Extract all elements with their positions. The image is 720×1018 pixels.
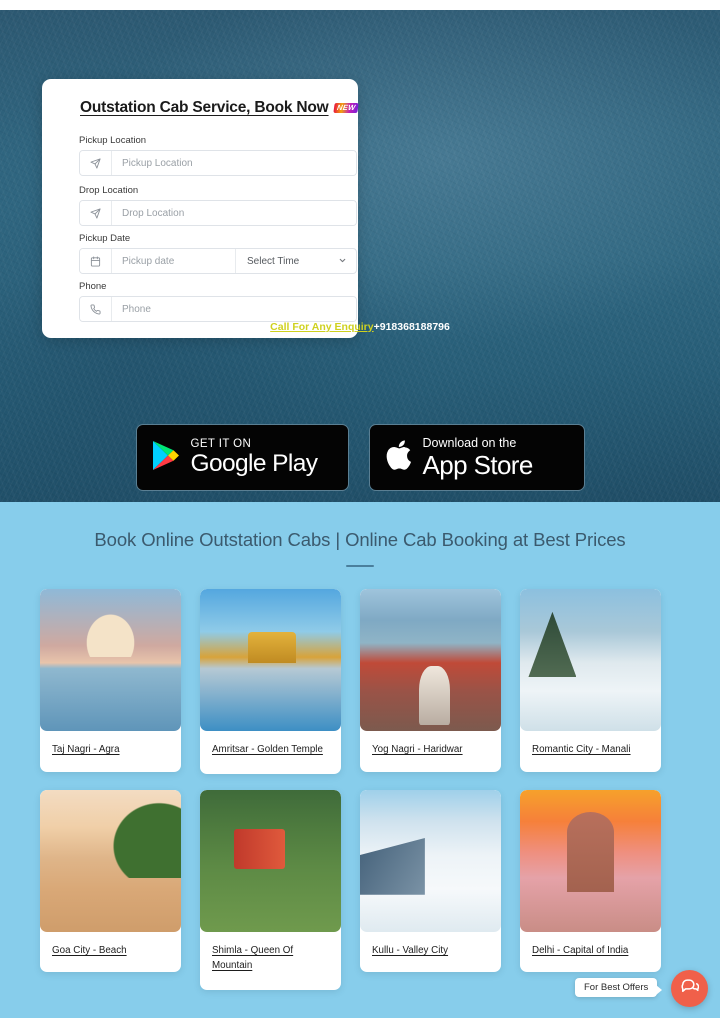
- destination-label[interactable]: Romantic City - Manali: [520, 731, 661, 770]
- golden-temple-photo: [200, 589, 341, 731]
- chat-bubble-icon: [680, 977, 700, 1001]
- enquiry-line[interactable]: Call For Any Enquiry+918368188796: [0, 321, 720, 333]
- destinations-row: Taj Nagri - Agra Amritsar - Golden Templ…: [40, 589, 680, 774]
- drop-location-label: Drop Location: [79, 185, 139, 196]
- select-time-dropdown[interactable]: Select Time: [236, 249, 356, 273]
- phone-placeholder: Phone: [112, 297, 356, 321]
- destination-card-goa-city-beach[interactable]: Goa City - Beach: [40, 789, 181, 973]
- destination-label[interactable]: Yog Nagri - Haridwar: [360, 731, 501, 770]
- booking-form-title-row: Outstation Cab Service, Book Now NEW: [80, 99, 359, 117]
- taj-mahal-photo: [40, 589, 181, 731]
- destination-label[interactable]: Kullu - Valley City: [360, 932, 501, 971]
- destination-label[interactable]: Taj Nagri - Agra: [40, 731, 181, 770]
- pickup-location-label: Pickup Location: [79, 135, 147, 146]
- google-play-badge[interactable]: GET IT ON Google Play: [135, 424, 349, 491]
- enquiry-phone: +918368188796: [373, 321, 450, 333]
- drop-location-input[interactable]: Drop Location: [79, 200, 357, 226]
- google-play-badge-big: Google Play: [190, 450, 318, 477]
- shimla-toy-train-photo: [200, 789, 341, 932]
- title-divider: [346, 565, 374, 567]
- select-time-value: Select Time: [247, 255, 300, 267]
- app-store-badge-big: App Store: [422, 449, 534, 480]
- destination-card-yog-nagri-haridwar[interactable]: Yog Nagri - Haridwar: [360, 589, 501, 772]
- destinations-section: Book Online Outstation Cabs | Online Cab…: [0, 502, 720, 1018]
- navigation-arrow-icon: [80, 151, 112, 175]
- goa-beach-photo: [40, 789, 181, 932]
- destination-card-romantic-city-manali[interactable]: Romantic City - Manali: [520, 589, 661, 772]
- new-badge: NEW: [332, 102, 359, 114]
- pickup-location-input[interactable]: Pickup Location: [79, 150, 357, 176]
- pickup-date-placeholder: Pickup date: [112, 249, 236, 273]
- page-title: Outstation Cab Service, Book Now: [80, 99, 329, 116]
- phone-input[interactable]: Phone: [79, 296, 357, 322]
- page-root: Outstation Cab Service, Book Now NEW Pic…: [0, 0, 720, 1018]
- phone-label: Phone: [79, 281, 107, 292]
- pickup-location-placeholder: Pickup Location: [112, 151, 356, 175]
- destination-card-kullu-valley-city[interactable]: Kullu - Valley City: [360, 789, 501, 973]
- destinations-grid: Taj Nagri - Agra Amritsar - Golden Templ…: [40, 589, 680, 991]
- google-play-badge-text: GET IT ON Google Play: [190, 437, 318, 477]
- manali-snow-photo: [520, 589, 661, 731]
- booking-form-card: Outstation Cab Service, Book Now NEW Pic…: [42, 79, 359, 338]
- destination-card-delhi-capital-of-india[interactable]: Delhi - Capital of India: [520, 789, 661, 973]
- destination-label[interactable]: Delhi - Capital of India: [520, 932, 661, 971]
- calendar-icon: [80, 249, 112, 273]
- chat-button[interactable]: [671, 970, 708, 1007]
- destinations-row: Goa City - Beach Shimla - Queen Of Mount…: [40, 789, 680, 991]
- enquiry-label: Call For Any Enquiry: [270, 321, 374, 333]
- destination-card-amritsar-golden-temple[interactable]: Amritsar - Golden Temple: [200, 589, 341, 774]
- destination-label[interactable]: Shimla - Queen Of Mountain: [200, 932, 341, 988]
- chat-tooltip: For Best Offers: [575, 978, 663, 997]
- india-gate-photo: [520, 789, 661, 932]
- destination-label[interactable]: Goa City - Beach: [40, 932, 181, 971]
- pickup-date-label: Pickup Date: [79, 233, 131, 244]
- destination-card-taj-nagri-agra[interactable]: Taj Nagri - Agra: [40, 589, 181, 772]
- haridwar-ghat-photo: [360, 589, 501, 731]
- drop-location-placeholder: Drop Location: [112, 201, 356, 225]
- kullu-snow-valley-photo: [360, 789, 501, 932]
- destination-card-shimla-queen-of-mountain[interactable]: Shimla - Queen Of Mountain: [200, 789, 341, 991]
- destination-label[interactable]: Amritsar - Golden Temple: [200, 731, 341, 772]
- apple-icon: [385, 439, 412, 477]
- app-store-badge-small: Download on the: [422, 436, 517, 451]
- navigation-arrow-icon: [80, 201, 112, 225]
- app-store-badge-text: Download on the App Store: [422, 436, 534, 480]
- google-play-icon: [152, 440, 180, 476]
- app-store-badges: GET IT ON Google Play Download on the Ap…: [0, 424, 720, 491]
- app-store-badge[interactable]: Download on the App Store: [368, 424, 585, 491]
- pickup-date-row[interactable]: Pickup date Select Time: [79, 248, 357, 274]
- section-title: Book Online Outstation Cabs | Online Cab…: [94, 529, 626, 550]
- phone-icon: [80, 297, 112, 321]
- google-play-badge-small: GET IT ON: [190, 437, 252, 450]
- chevron-down-icon: [338, 256, 347, 267]
